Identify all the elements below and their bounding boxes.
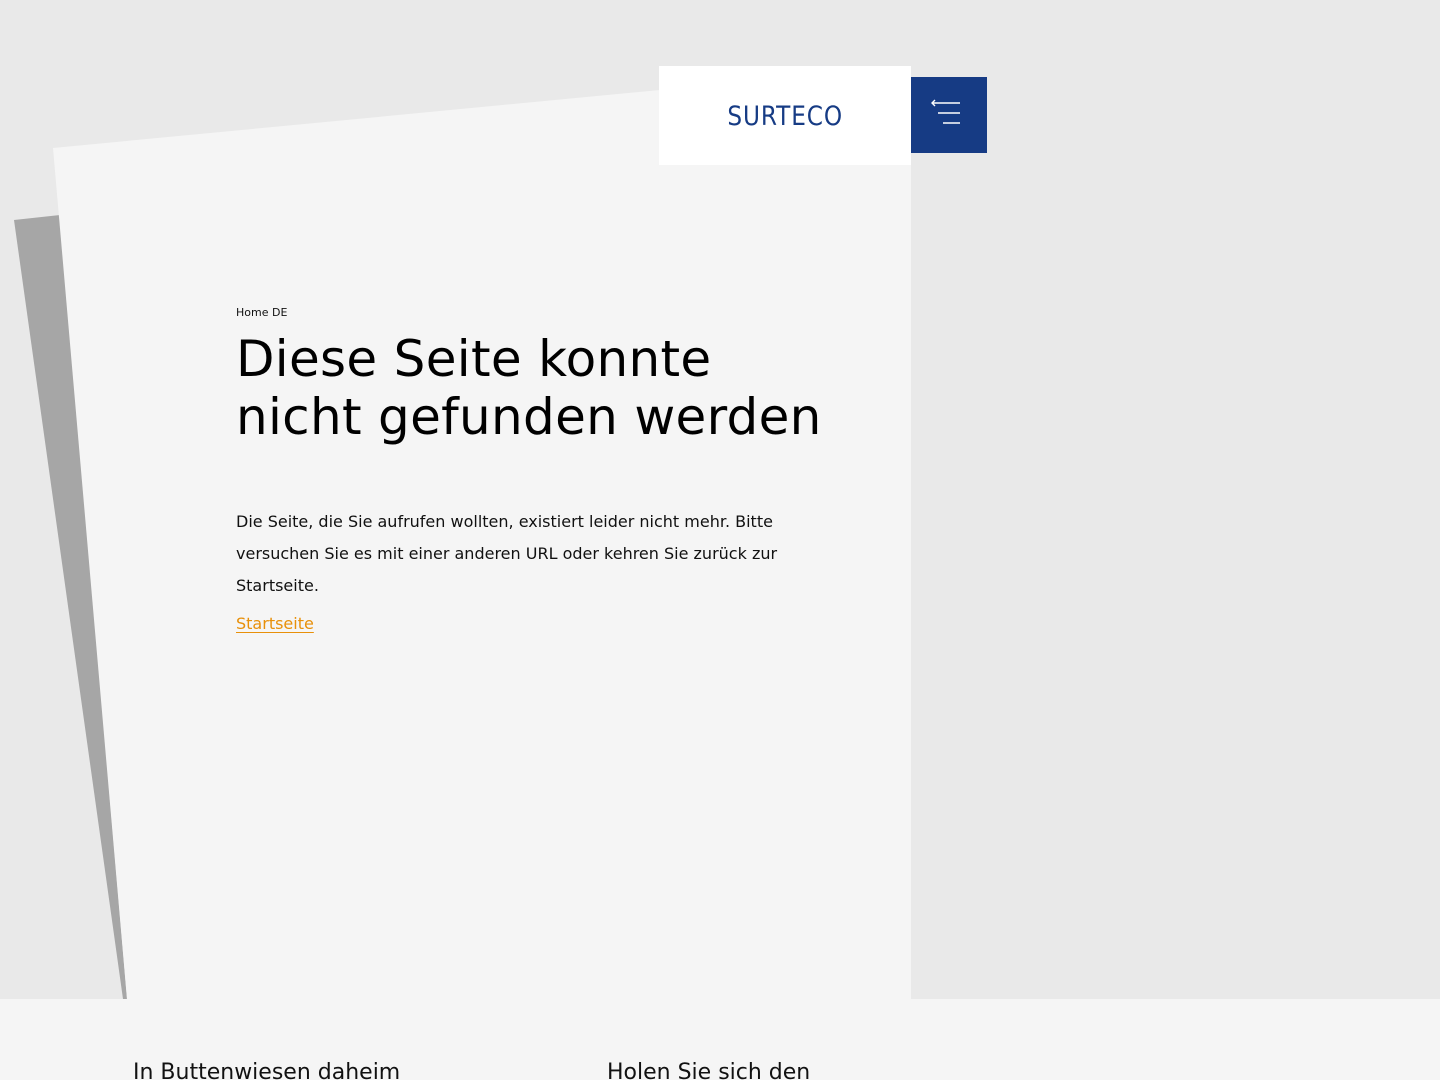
page-title: Diese Seite konnte nicht gefunden werden [236,330,822,446]
footer: In Buttenwiesen daheim Holen Sie sich de… [0,999,1440,1080]
home-link[interactable]: Startseite [236,614,314,634]
footer-heading-location: In Buttenwiesen daheim [133,1060,401,1080]
error-content: Home DE Diese Seite konnte nicht gefunde… [236,304,836,634]
menu-button[interactable] [911,77,987,153]
page: SURTECO Home DE Diese Seite konnte nicht… [0,0,1440,1080]
footer-heading-download: Holen Sie sich den [607,1060,811,1080]
menu-lines-icon [931,99,960,124]
logo: SURTECO [727,101,843,132]
breadcrumb[interactable]: Home DE [236,304,836,322]
logo-link[interactable]: SURTECO [659,66,911,165]
error-description: Die Seite, die Sie aufrufen wollten, exi… [236,512,778,595]
